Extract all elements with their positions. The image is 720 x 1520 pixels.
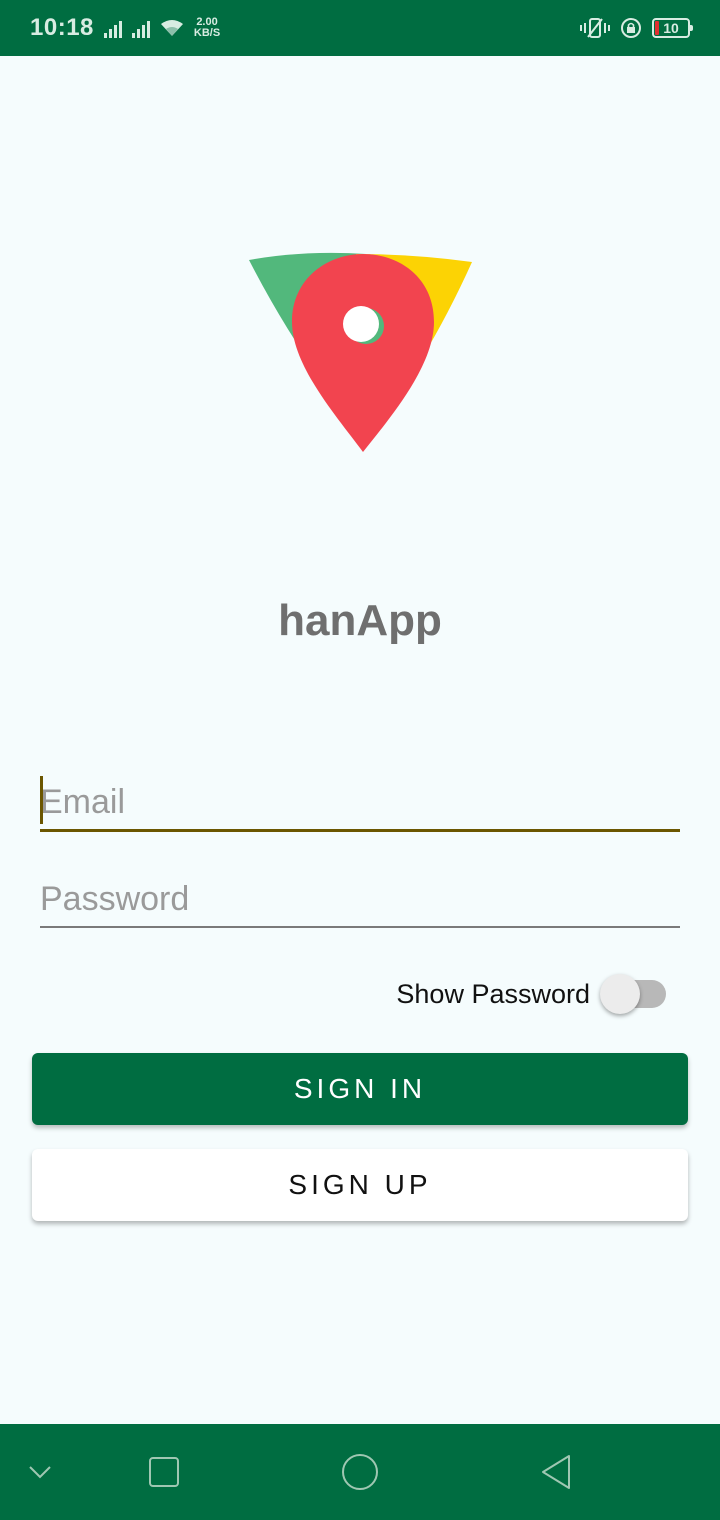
rotation-lock-icon [621,18,641,38]
vibrate-icon [580,18,610,38]
signal-icon [103,18,122,38]
show-password-toggle[interactable] [600,972,666,1016]
status-time: 10:18 [30,14,94,41]
status-right: 10 [580,17,693,39]
net-speed: 2.00 KB/S [194,17,220,39]
recents-icon[interactable] [124,1424,204,1520]
status-bar: 10:18 2.00 KB/S 10 [0,0,720,56]
battery-icon: 10 [652,18,693,38]
toggle-thumb [600,974,640,1014]
sign-up-button[interactable]: SIGN UP [32,1149,688,1221]
chevron-down-icon[interactable] [0,1424,80,1520]
login-screen: 10:18 2.00 KB/S 10 hanApp Email Show Pas… [0,0,720,1520]
home-icon[interactable] [320,1424,400,1520]
map-pin-logo [249,252,472,452]
wifi-icon [160,20,183,36]
text-cursor [40,776,43,824]
show-password-row: Show Password [396,972,666,1016]
battery-level: 10 [663,20,679,36]
email-field[interactable] [40,776,680,832]
signal-icon [131,18,150,38]
sign-in-button[interactable]: SIGN IN [32,1053,688,1125]
status-left: 10:18 2.00 KB/S [30,14,220,42]
app-title: hanApp [278,596,442,645]
net-speed-unit: KB/S [193,27,221,39]
password-field[interactable] [40,872,680,928]
navigation-bar [0,1424,720,1520]
back-icon[interactable] [516,1424,596,1520]
show-password-label: Show Password [396,978,590,1009]
